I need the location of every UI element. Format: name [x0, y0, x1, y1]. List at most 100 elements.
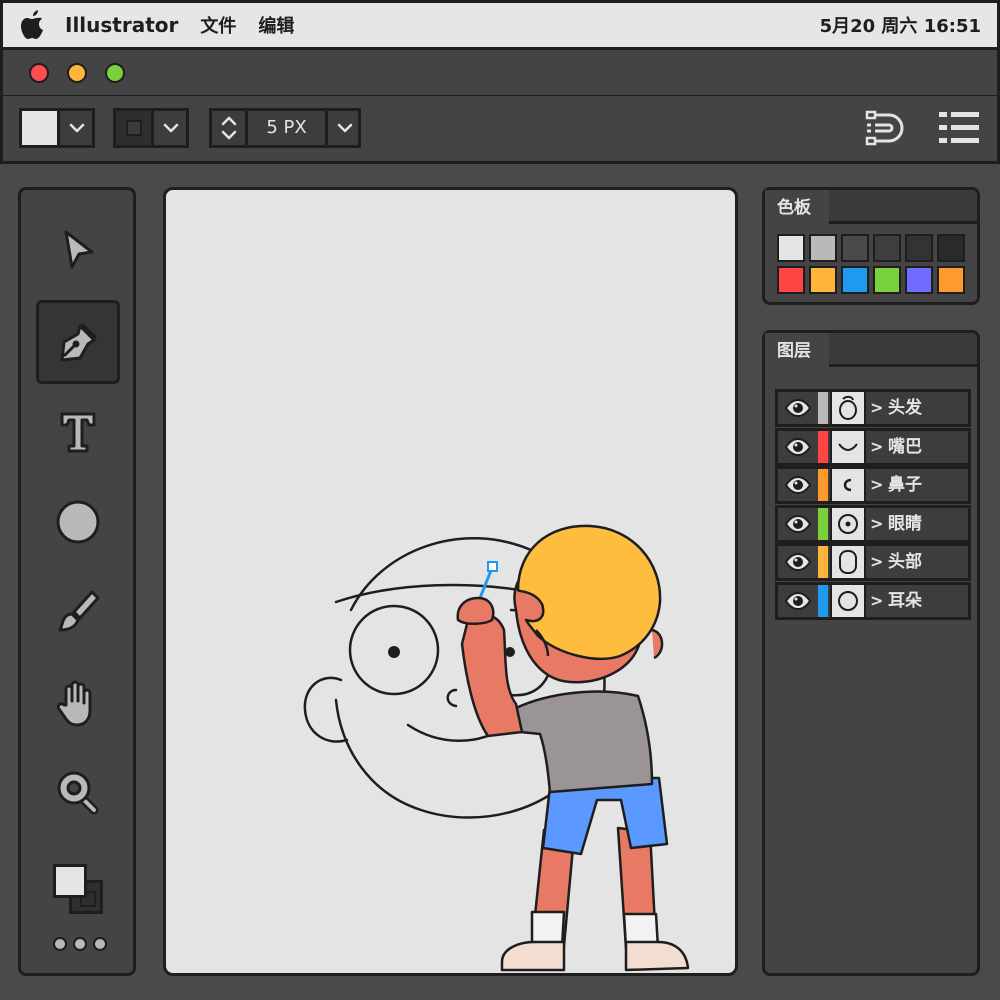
layer-thumbnail: [830, 584, 866, 617]
pupil-left: [388, 646, 400, 658]
layer-name: 眼睛: [888, 513, 922, 534]
layer-thumbnail: [830, 546, 866, 578]
circle-icon: [56, 500, 100, 544]
eye-visibility-icon[interactable]: [778, 469, 818, 501]
layer-thumbnail: [830, 430, 866, 463]
layer-name: 嘴巴: [888, 436, 922, 457]
minimize-window-button[interactable]: [67, 63, 87, 83]
menubar-clock: 5月20 周六 16:51: [819, 16, 981, 37]
chevron-right-icon[interactable]: >: [870, 469, 883, 501]
fill-color-dropdown[interactable]: [19, 108, 95, 148]
pen-tool[interactable]: [36, 300, 120, 384]
fill-color-swatch: [22, 111, 60, 145]
pupil-right: [505, 647, 515, 657]
magnifier-icon: [57, 771, 99, 815]
fill-stroke-indicator[interactable]: [53, 864, 107, 918]
more-tools-icon[interactable]: [53, 934, 107, 954]
chevron-right-icon[interactable]: >: [870, 508, 883, 540]
selection-tool[interactable]: [36, 208, 120, 292]
swatch-color[interactable]: [777, 266, 805, 294]
close-window-button[interactable]: [29, 63, 49, 83]
chevron-right-icon[interactable]: >: [870, 546, 883, 578]
layer-thumbnail: [830, 392, 866, 424]
stroke-size-value[interactable]: 5 PX: [248, 111, 328, 145]
layers-list-icon[interactable]: [935, 108, 983, 148]
layer-row-2[interactable]: > 鼻子: [775, 466, 971, 504]
swatch-color[interactable]: [809, 234, 837, 262]
stroke-color-swatch: [116, 111, 154, 145]
apple-logo-icon[interactable]: [19, 10, 45, 40]
artist-character: [456, 524, 690, 972]
swatches-panel-title: 色板: [777, 198, 811, 218]
window-title-bar: [0, 50, 1000, 98]
fill-indicator[interactable]: [53, 864, 87, 898]
eye-visibility-icon[interactable]: [778, 546, 818, 578]
layer-color-tag: [818, 584, 828, 617]
brush-tool[interactable]: [36, 570, 120, 654]
layer-row-4[interactable]: > 头部: [775, 543, 971, 581]
swatch-color[interactable]: [777, 234, 805, 262]
eye-visibility-icon[interactable]: [778, 392, 818, 424]
pen-nib-icon: [60, 322, 98, 362]
magnet-snap-icon[interactable]: [863, 108, 915, 148]
layer-row-3[interactable]: > 眼睛: [775, 504, 971, 543]
layer-thumbnail: [830, 507, 866, 540]
ear-shape: [303, 676, 349, 743]
swatch-color[interactable]: [809, 266, 837, 294]
stroke-color-dropdown[interactable]: [113, 108, 189, 148]
menu-edit[interactable]: 编辑: [258, 12, 294, 38]
swatches-panel: 色板: [762, 187, 980, 305]
tools-panel: [18, 187, 136, 976]
cursor-arrow-icon: [64, 230, 94, 269]
zoom-tool[interactable]: [36, 750, 120, 834]
menu-file[interactable]: 文件: [200, 12, 236, 38]
chevron-down-icon[interactable]: [328, 111, 362, 145]
anchor-point[interactable]: [487, 561, 498, 572]
nose-shape: [446, 688, 458, 708]
layer-name: 鼻子: [888, 475, 922, 495]
chevron-right-icon[interactable]: >: [870, 392, 883, 424]
layers-panel-title: 图层: [777, 341, 811, 361]
stroke-size-field[interactable]: 5 PX: [209, 108, 361, 148]
stepper-arrows-icon[interactable]: [212, 111, 248, 145]
hand-icon: [56, 680, 92, 727]
swatches-tab[interactable]: 色板: [765, 190, 832, 224]
menu-bar: Illustrator 文件 编辑 5月20 周六 16:51: [0, 0, 1000, 50]
swatch-color[interactable]: [905, 266, 933, 294]
chevron-down-icon: [60, 111, 94, 145]
layer-color-tag: [818, 392, 828, 424]
zoom-window-button[interactable]: [105, 63, 125, 83]
layer-color-tag: [818, 507, 828, 540]
swatch-color[interactable]: [905, 234, 933, 262]
layers-panel: 图层 > 头发 > 嘴巴 > 鼻子 > 眼睛 > 头部 > 耳朵: [762, 330, 980, 976]
layers-tab[interactable]: 图层: [765, 333, 832, 367]
layer-name: 耳朵: [888, 590, 922, 611]
layer-thumbnail: [830, 469, 866, 501]
layer-color-tag: [818, 430, 828, 463]
swatch-color[interactable]: [841, 266, 869, 294]
swatch-color[interactable]: [873, 266, 901, 294]
swatch-color[interactable]: [937, 266, 965, 294]
brush-icon: [58, 590, 100, 632]
eye-visibility-icon[interactable]: [778, 585, 818, 617]
chevron-down-icon: [154, 111, 188, 145]
swatch-color[interactable]: [841, 234, 869, 262]
layer-row-0[interactable]: > 头发: [775, 389, 971, 427]
artboard[interactable]: [163, 187, 738, 976]
chevron-right-icon[interactable]: >: [870, 585, 883, 617]
ellipse-tool[interactable]: [36, 480, 120, 564]
swatch-color[interactable]: [873, 234, 901, 262]
layer-row-5[interactable]: > 耳朵: [775, 581, 971, 620]
layer-name: 头发: [888, 398, 922, 418]
layer-row-1[interactable]: > 嘴巴: [775, 427, 971, 466]
layer-color-tag: [818, 546, 828, 578]
layer-name: 头部: [888, 552, 922, 572]
chevron-right-icon[interactable]: >: [870, 431, 883, 463]
hand-tool[interactable]: [36, 660, 120, 744]
layer-color-tag: [818, 469, 828, 501]
app-name[interactable]: Illustrator: [65, 13, 178, 37]
type-tool[interactable]: [36, 390, 120, 474]
eye-visibility-icon[interactable]: [778, 508, 818, 540]
eye-visibility-icon[interactable]: [778, 431, 818, 463]
swatch-color[interactable]: [937, 234, 965, 262]
